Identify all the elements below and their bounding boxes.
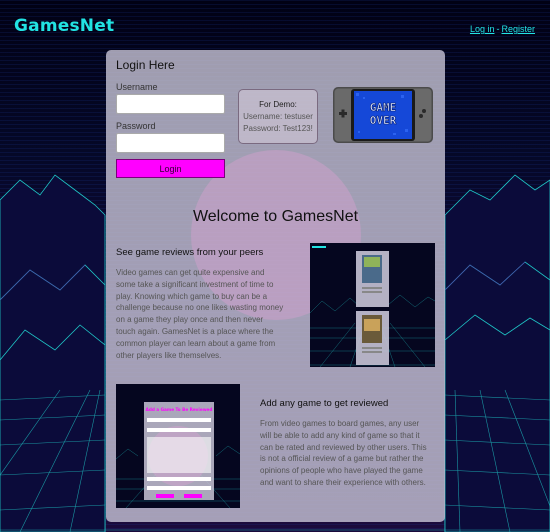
screen-line-2: OVER xyxy=(370,114,397,127)
section2-line: will be able to add any kind of game so … xyxy=(260,430,420,440)
section2-line: can be rated and reviewed by other users… xyxy=(260,442,427,452)
section1-heading: See game reviews from your peers xyxy=(116,247,264,258)
login-button[interactable]: Login xyxy=(116,159,225,178)
section1-line: on a game they play once and then never xyxy=(116,315,264,325)
section2-line: and want to share their experience with … xyxy=(260,477,426,487)
add-game-screenshot-title: Add a Game To Be Reviewed xyxy=(146,407,213,412)
demo-password: Password: Test123! xyxy=(243,124,313,133)
section2-heading: Add any game to get reviewed xyxy=(260,398,389,409)
section1-paragraph: Video games can get quite expensive and … xyxy=(116,267,301,361)
demo-title: For Demo: xyxy=(259,100,297,109)
register-link[interactable]: Register xyxy=(501,24,535,34)
password-label: Password xyxy=(116,121,156,131)
section2-line: From video games to board games, any use… xyxy=(260,419,420,428)
site-header: GamesNet Log in - Register xyxy=(0,0,550,50)
main-panel: Login Here Username Password Login For D… xyxy=(106,50,445,522)
auth-links: Log in - Register xyxy=(470,24,535,34)
username-label: Username xyxy=(116,82,158,92)
add-game-page-screenshot: Add a Game To Be Reviewed xyxy=(116,384,240,508)
login-link[interactable]: Log in xyxy=(470,24,495,34)
game-over-console-image: GAME OVER xyxy=(333,87,433,143)
section1-line: Video games can get quite expensive and xyxy=(116,268,265,277)
login-title: Login Here xyxy=(116,58,175,72)
section1-line: touch again. GamesNet is a place where t… xyxy=(116,326,274,336)
username-input[interactable] xyxy=(116,94,225,114)
reviews-page-screenshot xyxy=(310,243,435,367)
demo-credentials-box: For Demo: Username: testuser Password: T… xyxy=(238,89,318,144)
brand-logo[interactable]: GamesNet xyxy=(14,16,114,36)
password-input[interactable] xyxy=(116,133,225,153)
section1-line: play. Knowing which game to buy can be a xyxy=(116,291,268,301)
section1-line: some take a significant investment of ti… xyxy=(116,279,274,289)
add-game-screenshot-graphic: Add a Game To Be Reviewed xyxy=(116,384,240,508)
screen-line-1: GAME xyxy=(370,101,397,114)
section2-line: opinions of people who have played the g… xyxy=(260,466,423,476)
link-separator: - xyxy=(496,24,500,34)
reviews-screenshot-graphic xyxy=(310,243,435,367)
welcome-title: Welcome to GamesNet xyxy=(192,208,359,225)
section2-paragraph: From video games to board games, any use… xyxy=(260,418,440,489)
section1-line: challenge because no one likes wasting m… xyxy=(116,303,284,313)
section2-line: is not a official review of a game but r… xyxy=(260,454,424,464)
section1-line: other players like themselves. xyxy=(116,350,222,360)
demo-username: Username: testuser xyxy=(243,112,313,121)
section1-line: common player can learn about a game fro… xyxy=(116,338,276,348)
